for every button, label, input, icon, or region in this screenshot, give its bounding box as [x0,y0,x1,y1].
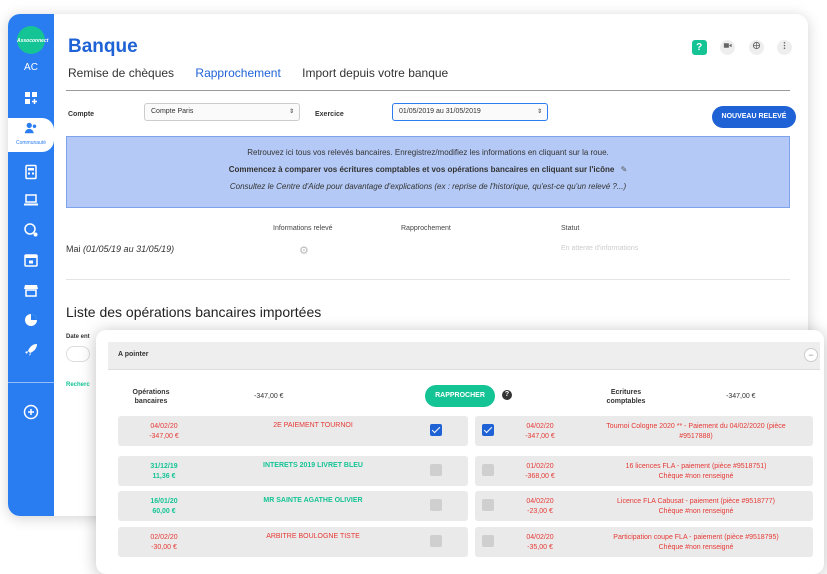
info-line-2-text: Commencez à comparer vos écritures compt… [228,165,615,174]
sidebar-divider [8,382,54,383]
ecr-checkbox[interactable] [482,424,494,436]
tab-divider [66,90,790,91]
ecr-date-amount: 01/02/20 -368,00 € [525,463,555,480]
releve-status: En attente d'informations [561,245,639,252]
ecr-checkbox[interactable] [482,499,494,511]
op-date-amount: 02/02/20 -30,00 € [150,534,178,551]
ops-total: -347,00 € [254,393,284,400]
op-label: ARBITRE BOULOGNE TISTE [266,533,360,540]
info-line-1: Retrouvez ici tous vos relevés bancaires… [247,148,609,157]
chat-icon[interactable] [23,222,39,238]
video-icon[interactable] [720,40,736,56]
op-label: 2E PAIEMENT TOURNOI [273,422,353,429]
new-releve-button[interactable]: NOUVEAU RELEVÉ [712,106,796,128]
calculator-icon[interactable] [23,164,39,180]
ecriture-row[interactable]: 04/02/20 -347,00 € Tournoi Cologne 2020 *… [475,416,813,446]
ecr-date-amount: 04/02/20 -347,00 € [525,423,555,440]
plus-circle-icon[interactable] [23,404,39,420]
ecr-total: -347,00 € [726,393,756,400]
logo-text: Assoconnect [17,38,49,44]
op-checkbox[interactable] [430,499,442,511]
sidebar: Assoconnect AC Communauté [8,14,54,516]
info-line-2: Commencez à comparer vos écritures compt… [67,165,789,174]
select-arrows-icon: ⇕ [288,109,294,115]
tab-rapprochement[interactable]: Rapprochement [195,66,280,90]
compte-select[interactable]: Compte Paris ⇕ [144,103,300,121]
laptop-icon[interactable] [23,192,39,208]
search-label[interactable]: Recherc [66,382,90,388]
ecr-date-amount: 04/02/20 -35,00 € [526,534,554,551]
releve-period: Mai (01/05/19 au 31/05/19) [66,244,174,254]
help-icon[interactable]: ? [691,40,707,56]
op-date-amount: 04/02/20 -347,00 € [149,423,179,440]
sidebar-item-community[interactable]: Communauté [8,118,54,152]
header-statut: Statut [561,225,580,232]
info-box: Retrouvez ici tous vos relevés bancaires… [66,136,790,208]
ecriture-row[interactable]: 04/02/20 -23,00 € Licence FLA Cabusat - p… [475,491,813,521]
header-rapprochement: Rapprochement [401,225,451,232]
operation-row[interactable]: 31/12/19 11,36 € INTERETS 2019 LIVRET BLE… [118,456,468,486]
date-label: Date ent [66,334,90,340]
rapprocher-button[interactable]: RAPPROCHER [425,385,495,407]
op-label: MR SAINTE AGATHE OLIVIER [263,497,363,504]
ecr-label: Participation coupe FLA - paiement (pièc… [613,534,779,551]
gear-icon[interactable]: ⚙ [299,244,309,257]
compte-label: Compte [68,111,95,118]
globe-icon[interactable] [748,40,764,56]
header-informations-releve: Informations relevé [273,225,333,232]
tab-import-banque[interactable]: Import depuis votre banque [302,66,448,90]
op-date-amount: 31/12/19 11,36 € [150,463,178,480]
app-logo[interactable]: Assoconnect [17,26,49,54]
exercice-select[interactable]: 01/05/2019 au 31/05/2019 ⇕ [392,103,548,121]
releve-dates: (01/05/19 au 31/05/19) [83,244,175,254]
compte-value: Compte Paris [151,108,194,115]
tab-bar: Remise de chèques Rapprochement Import d… [68,66,466,90]
collapse-button[interactable]: − [804,348,818,362]
op-checkbox[interactable] [430,424,442,436]
ecr-label: 16 licences FLA - paiement (pièce #95187… [625,463,767,480]
top-right-toolbar: ? [683,39,792,57]
info-line-3: Consultez le Centre d'Aide pour davantag… [229,182,627,191]
releve-month: Mai [66,244,81,254]
section-divider [66,279,790,280]
stage: Assoconnect AC Communauté Banque ? Remis… [0,0,827,574]
sidebar-item-label: Communauté [15,140,46,146]
page-title: Banque [68,36,138,57]
exercice-label: Exercice [315,111,344,118]
operation-row[interactable]: 02/02/20 -30,00 € ARBITRE BOULOGNE TISTE [118,527,468,557]
op-checkbox[interactable] [430,464,442,476]
ops-label: Opérations bancaires [132,389,170,405]
panel-title: A pointer [118,351,149,358]
select-arrows-icon: ⇕ [536,109,542,115]
pie-chart-icon[interactable] [23,312,39,328]
community-icon [24,122,37,134]
tab-remise-cheques[interactable]: Remise de chèques [68,66,174,90]
rocket-icon[interactable] [23,342,39,358]
op-checkbox[interactable] [430,535,442,547]
pencil-icon: ✎ [620,165,628,174]
shop-icon[interactable] [23,282,39,298]
operation-row[interactable]: 04/02/20 -347,00 € 2E PAIEMENT TOURNOI [118,416,468,446]
exercice-value: 01/05/2019 au 31/05/2019 [399,108,481,115]
date-toggle[interactable] [66,346,90,362]
dashboard-icon[interactable] [23,90,39,106]
operation-row[interactable]: 16/01/20 60,00 € MR SAINTE AGATHE OLIVIER [118,491,468,521]
op-date-amount: 16/01/20 60,00 € [150,498,178,515]
panel-header: A pointer − [108,342,820,370]
ecr-label: Licence FLA Cabusat - paiement (pièce #9… [617,498,775,515]
calendar-icon[interactable] [23,252,39,268]
ecr-label: Tournoi Cologne 2020 ** - Paiement du 04… [606,423,786,440]
pointer-panel: A pointer − Opérations bancaires -347,00… [96,330,824,574]
org-initials[interactable]: AC [8,62,54,73]
ecriture-row[interactable]: 04/02/20 -35,00 € Participation coupe FLA… [475,527,813,557]
more-options-icon[interactable] [777,40,792,56]
help-icon[interactable]: ? [502,390,512,400]
op-label: INTERETS 2019 LIVRET BLEU [263,462,363,469]
list-title: Liste des opérations bancaires importées [66,304,322,320]
ecr-checkbox[interactable] [482,464,494,476]
ecriture-row[interactable]: 01/02/20 -368,00 € 16 licences FLA - paie… [475,456,813,486]
ecr-label: Ecritures comptables [606,389,646,405]
ecr-checkbox[interactable] [482,535,494,547]
ecr-date-amount: 04/02/20 -23,00 € [526,498,554,515]
